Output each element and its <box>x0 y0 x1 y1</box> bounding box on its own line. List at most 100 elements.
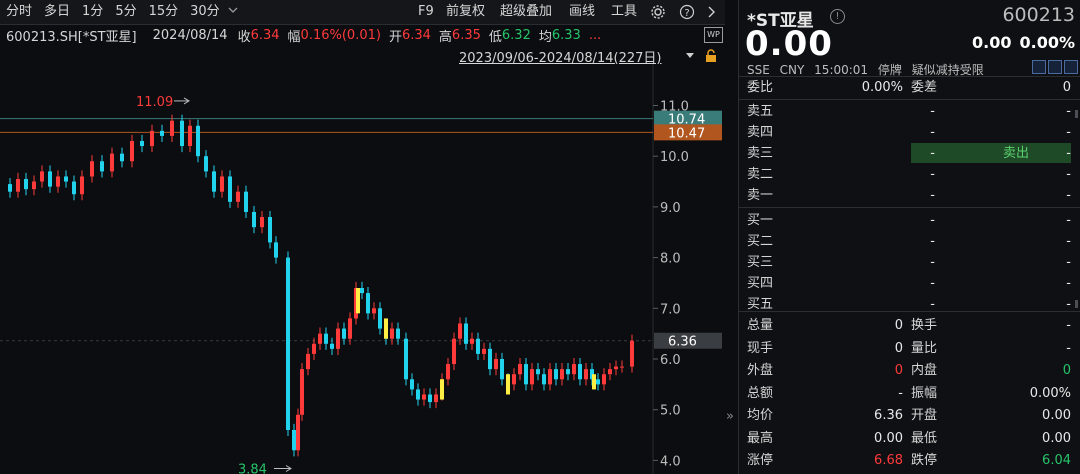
y-tick-label: 4.0 <box>660 454 681 469</box>
ask-row-4[interactable]: 卖二 - - <box>739 164 1080 185</box>
stat-label: 振幅 <box>911 385 938 401</box>
candle-body <box>378 308 382 329</box>
help-icon[interactable]: ? <box>679 4 695 20</box>
currency: CNY <box>779 63 805 77</box>
level-price: - <box>930 188 935 203</box>
stat-value: 6.68 <box>874 453 903 468</box>
more-indicator[interactable]: ... <box>589 28 601 43</box>
quote-panel: *ST亚星 ! 600213 0.00 0.00 0.00% SSE CNY 1… <box>738 0 1080 474</box>
f9-button[interactable]: F9 <box>418 0 434 24</box>
scrollbar-mark[interactable] <box>1075 110 1078 118</box>
stat-value: 0 <box>1062 363 1071 378</box>
level-price: - <box>930 234 935 249</box>
wp-icon[interactable]: WP <box>704 27 723 43</box>
svg-text:?: ? <box>684 8 689 19</box>
candle-body <box>252 211 256 228</box>
stats-row: 总量 0 换手 - <box>739 315 1080 336</box>
quote-info-bar: 600213.SH[*ST亚星] 2024/08/14 收 6.34 幅 0.1… <box>0 25 725 45</box>
expand-icon[interactable] <box>1032 60 1046 74</box>
period-tab-15min[interactable]: 15分 <box>143 0 185 24</box>
candle-body <box>348 318 352 339</box>
divider <box>739 311 1080 312</box>
close-label: 收 <box>237 29 251 45</box>
level-label: 卖一 <box>747 188 774 203</box>
info-icon[interactable]: ! <box>830 9 845 24</box>
candle-body <box>260 217 264 228</box>
chevron-dropdown-icon[interactable] <box>684 50 696 65</box>
candle-body <box>196 125 200 157</box>
collapse-panel-icon[interactable]: » <box>726 408 736 426</box>
chart-toolbar: 分时 多日 1分 5分 15分 30分 F9 前复权 超级叠加 画线 工具 ? <box>0 0 725 25</box>
candle-body <box>228 176 232 202</box>
bid-row-2[interactable]: 买二 - - <box>739 231 1080 252</box>
candle-body <box>342 328 346 339</box>
tools-button[interactable]: 工具 <box>611 0 637 24</box>
ask-row-5[interactable]: 卖一 - - <box>739 185 1080 206</box>
quote-time: 15:00:01 <box>814 63 869 77</box>
level-price: - <box>930 167 935 182</box>
candle-body <box>268 217 272 243</box>
period-tab-intraday[interactable]: 分时 <box>0 0 38 24</box>
chart-icon[interactable] <box>1048 60 1062 74</box>
candle-body <box>40 171 44 182</box>
candle-body <box>120 153 124 162</box>
period-tab-multiday[interactable]: 多日 <box>38 0 76 24</box>
committee-diff-value: 0 <box>1062 80 1071 95</box>
candle-body <box>90 161 94 177</box>
scrollbar-mark[interactable] <box>1075 300 1078 308</box>
candle-body <box>578 364 582 380</box>
candle-body <box>410 379 414 390</box>
candle-body <box>64 176 68 182</box>
candle-body <box>470 338 474 344</box>
stat-value: 0.00 <box>1042 430 1071 446</box>
chevron-down-icon[interactable] <box>226 0 240 24</box>
draw-button[interactable]: 画线 <box>569 0 595 24</box>
period-tab-1min[interactable]: 1分 <box>76 0 109 24</box>
bid-row-3[interactable]: 买三 - - <box>739 252 1080 273</box>
window-icon[interactable] <box>1064 60 1078 74</box>
period-tab-30min[interactable]: 30分 <box>184 0 226 24</box>
candle-body <box>542 374 546 385</box>
price-tag-label: 10.47 <box>668 126 705 141</box>
candle-body <box>140 140 144 147</box>
price-change-pct: 0.00% <box>1019 33 1075 52</box>
candle-body <box>608 369 612 375</box>
bid-row-4[interactable]: 买四 - - <box>739 273 1080 294</box>
chevron-right-icon[interactable] <box>706 4 718 20</box>
period-tab-5min[interactable]: 5分 <box>109 0 142 24</box>
ask-row-2[interactable]: 卖四 - - <box>739 122 1080 143</box>
candle-body <box>236 191 240 202</box>
level-label: 卖二 <box>747 167 774 182</box>
stat-value: 0.00 <box>1042 408 1071 423</box>
close-value: 6.34 <box>250 27 280 43</box>
stat-label: 总额 <box>747 385 774 401</box>
bid-row-1[interactable]: 买一 - - <box>739 210 1080 231</box>
level-volume: - <box>1066 213 1071 228</box>
bar-date: 2024/08/14 <box>152 27 228 43</box>
limit-candle <box>506 374 510 395</box>
candle-body <box>212 171 216 192</box>
adjust-button[interactable]: 前复权 <box>446 0 485 24</box>
stats-row: 外盘 0 内盘 0 <box>739 360 1080 381</box>
kline-chart[interactable]: 11.010.09.08.07.06.05.04.010.7410.476.36… <box>0 64 725 474</box>
stats-row: 总额 - 振幅 0.00% <box>739 383 1080 404</box>
candle-body <box>390 328 394 339</box>
stats-row: 现手 0 量比 - <box>739 338 1080 359</box>
gear-icon[interactable] <box>650 4 666 20</box>
candle-body <box>292 429 296 451</box>
stat-label: 开盘 <box>911 408 938 423</box>
candle-body <box>16 179 20 192</box>
stat-label: 最低 <box>911 430 938 446</box>
candle-body <box>416 389 420 400</box>
ask-row-3[interactable]: 卖三 - 卖出 - <box>739 143 1080 164</box>
high-annotation: 11.09 <box>136 95 173 110</box>
overlay-button[interactable]: 超级叠加 <box>500 0 552 24</box>
candle-body <box>220 176 224 192</box>
ask-row-1[interactable]: 卖五 - - <box>739 101 1080 122</box>
candle-body <box>464 323 468 344</box>
candle-body <box>296 414 300 451</box>
candle-body <box>180 120 184 147</box>
candle-body <box>530 369 534 385</box>
stat-label: 均价 <box>747 408 774 423</box>
y-tick-label: 5.0 <box>660 404 681 419</box>
